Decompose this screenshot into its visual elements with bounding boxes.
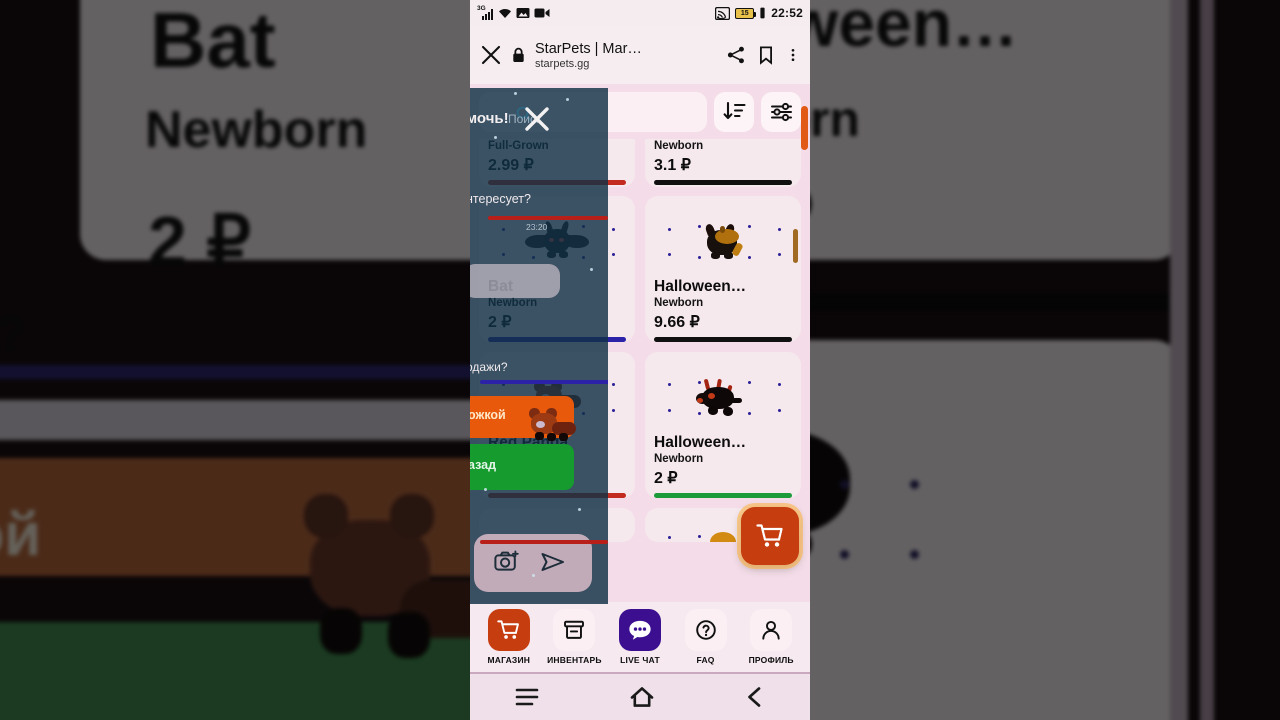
card-status-bar xyxy=(488,180,626,185)
pet-card-partial-left[interactable] xyxy=(479,507,635,542)
cart-icon xyxy=(756,524,783,547)
nav-label: ИНВЕНТАРЬ xyxy=(547,655,602,665)
page-title: StarPets | Mar… xyxy=(535,40,642,57)
page-title-block: StarPets | Mar… starpets.gg xyxy=(535,41,716,70)
card-status-bar xyxy=(654,180,792,185)
filter-button[interactable] xyxy=(761,92,801,132)
card-price: 2 ₽ xyxy=(654,469,678,487)
card-artwork xyxy=(654,360,792,434)
close-icon[interactable] xyxy=(480,44,502,66)
nav-label: МАГАЗИН xyxy=(487,655,531,665)
nav-label: LIVE ЧАТ xyxy=(620,655,660,665)
card-age: Newborn xyxy=(654,140,704,152)
cart-fab-button[interactable] xyxy=(741,507,799,565)
sort-icon xyxy=(723,101,746,120)
search-controls-row xyxy=(479,92,801,132)
card-name: Halloween… xyxy=(654,278,747,295)
pet-card-halloween-2[interactable]: Halloween… Newborn 2 ₽ xyxy=(645,351,801,498)
card-price: 3.1 ₽ xyxy=(654,157,691,174)
card-artwork xyxy=(654,204,792,278)
overflow-menu-icon[interactable] xyxy=(786,45,800,65)
card-age: Newborn xyxy=(654,452,704,465)
card-status-bar xyxy=(488,492,626,498)
nav-label: FAQ xyxy=(696,655,715,665)
filter-icon xyxy=(770,102,792,122)
background-blur-left: Bat Newborn 2 ₽ а? одажи? ожкой азад xyxy=(0,0,470,720)
card-artwork xyxy=(488,360,626,434)
bookmark-icon[interactable] xyxy=(756,45,776,65)
nav-item-livechat[interactable]: LIVE ЧАТ xyxy=(612,609,668,665)
browser-toolbar: StarPets | Mar… starpets.gg xyxy=(470,26,810,84)
app-bottom-nav: МАГАЗИН ИНВЕНТАРЬ LIVE ЧАТ FAQ ПРОФИЛЬ xyxy=(470,602,810,672)
halloween-cat-pet xyxy=(702,222,744,259)
sort-button[interactable] xyxy=(714,92,754,132)
card-age: Full-Grown xyxy=(488,452,549,465)
back-icon[interactable] xyxy=(744,685,766,709)
pet-card-bat[interactable]: Bat Newborn 2 ₽ xyxy=(479,196,635,342)
card-price: 2 ₽ xyxy=(488,469,512,487)
signal-icon: 3G xyxy=(477,5,494,20)
card-age: Full-Grown xyxy=(488,140,549,152)
android-system-nav xyxy=(470,672,810,720)
vibrate-icon xyxy=(760,7,765,19)
halloween-bull-pet xyxy=(696,378,747,416)
background-blur-right: lloween… wborn 6 ₽ xyxy=(810,0,1280,720)
nav-item-profile[interactable]: ПРОФИЛЬ xyxy=(743,609,799,665)
nav-item-shop[interactable]: МАГАЗИН xyxy=(481,609,537,665)
scroll-indicator-secondary[interactable] xyxy=(793,229,798,263)
box-icon xyxy=(553,609,596,651)
share-icon[interactable] xyxy=(726,45,746,65)
clock: 22:52 xyxy=(771,6,803,20)
person-icon xyxy=(750,609,793,651)
card-name: Red Panda xyxy=(488,433,569,451)
search-input[interactable] xyxy=(479,92,707,132)
home-icon[interactable] xyxy=(629,685,655,709)
card-name: Halloween… xyxy=(654,433,747,451)
card-age: Newborn xyxy=(488,296,538,309)
card-status-bar xyxy=(654,336,792,342)
screen-recording-frame: Bat Newborn 2 ₽ а? одажи? ожкой азад xyxy=(0,0,1280,720)
battery-icon: 15 xyxy=(735,7,757,19)
red-panda-pet xyxy=(533,379,581,415)
screen-record-icon xyxy=(534,8,550,18)
phone-screen: 3G 15 22:52 StarPets | Mar… starpets.gg … xyxy=(470,0,810,720)
marketplace-viewport[interactable]: Full-Grown 2.99 ₽ Newborn 3.1 ₽ Bat Newb… xyxy=(470,84,810,602)
question-icon xyxy=(684,609,727,651)
recents-icon[interactable] xyxy=(514,686,540,708)
chat-icon xyxy=(618,609,661,651)
pumpkin-pet xyxy=(710,532,736,542)
nav-item-inventory[interactable]: ИНВЕНТАРЬ xyxy=(546,609,602,665)
scroll-indicator[interactable] xyxy=(801,106,808,150)
lock-icon xyxy=(513,47,524,63)
card-name: Bat xyxy=(488,278,513,295)
wifi-icon xyxy=(499,8,511,18)
pet-card-red-panda[interactable]: Red Panda Full-Grown 2 ₽ xyxy=(479,351,635,498)
nav-item-faq[interactable]: FAQ xyxy=(678,609,734,665)
cart-icon xyxy=(487,609,530,651)
card-status-bar xyxy=(654,492,792,498)
card-age: Newborn xyxy=(654,296,704,309)
cast-icon xyxy=(715,6,731,20)
card-status-bar xyxy=(488,336,626,342)
table-row[interactable]: Newborn 3.1 ₽ xyxy=(645,139,801,187)
pet-card-halloween-1[interactable]: Halloween… Newborn 9.66 ₽ xyxy=(645,196,801,342)
card-artwork xyxy=(488,204,626,278)
card-price: 2 ₽ xyxy=(488,313,512,331)
page-url: starpets.gg xyxy=(535,57,590,70)
card-price: 9.66 ₽ xyxy=(654,313,700,331)
screenshot-icon xyxy=(516,8,530,18)
nav-label: ПРОФИЛЬ xyxy=(748,655,794,665)
card-price: 2.99 ₽ xyxy=(488,157,534,174)
status-bar: 3G 15 22:52 xyxy=(470,0,810,26)
table-row[interactable]: Full-Grown 2.99 ₽ xyxy=(479,139,635,187)
bat-pet xyxy=(525,220,589,261)
